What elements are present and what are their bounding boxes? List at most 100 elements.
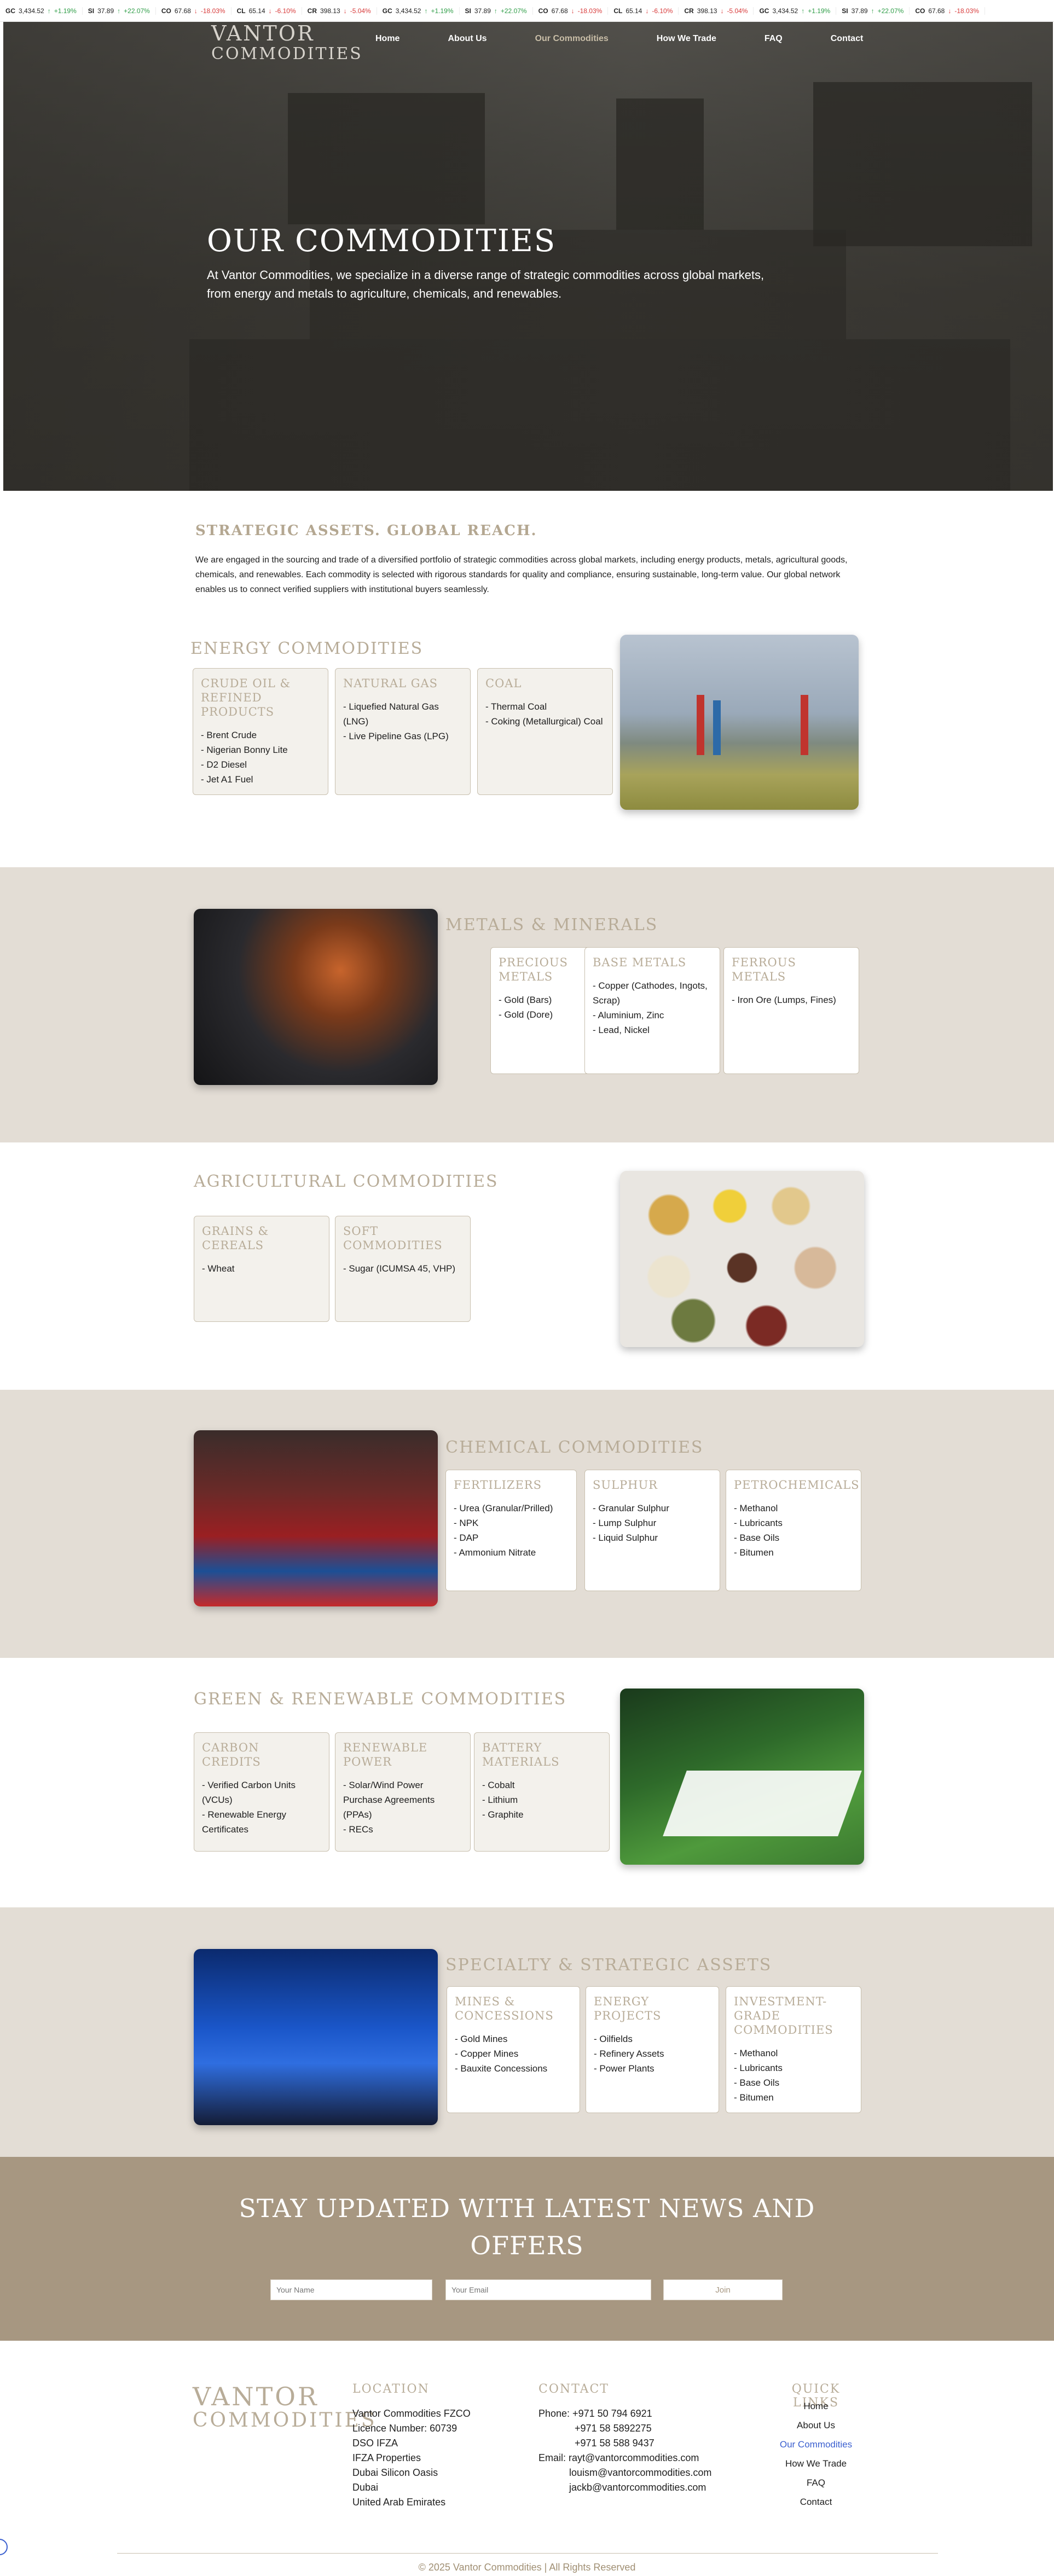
list-item: Power Plants [594, 2061, 711, 2076]
email-1[interactable]: Email: rayt@vantorcommodities.com [538, 2451, 711, 2465]
card-mines-concessions: MINES & CONCESSIONS Gold Mines Copper Mi… [447, 1986, 580, 2113]
quick-link-commodities[interactable]: Our Commodities [775, 2435, 857, 2454]
quick-link-home[interactable]: Home [775, 2397, 857, 2416]
nav-how-we-trade[interactable]: How We Trade [657, 34, 716, 44]
ticker-price: 67.68 [174, 7, 191, 15]
list-item: Solar/Wind Power Purchase Agreements (PP… [343, 1778, 462, 1822]
list-item: NPK [454, 1516, 569, 1530]
chat-widget-icon[interactable] [0, 2539, 8, 2555]
card-list: Thermal Coal Coking (Metallurgical) Coal [485, 699, 605, 729]
card-soft-commodities: SOFT COMMODITIES Sugar (ICUMSA 45, VHP) [335, 1216, 471, 1322]
quick-link-how-we-trade[interactable]: How We Trade [775, 2454, 857, 2473]
page-title: OUR COMMODITIES [207, 223, 557, 259]
price-ticker: GC 3,434.52 ↑ +1.19% SI 37.89 ↑ +22.07% CO 67.68 ↓… [0, 0, 1054, 22]
ticker-price: 37.89 [474, 7, 491, 15]
nav-contact[interactable]: Contact [831, 34, 864, 44]
ticker-item: CR 398.13 ↓ -5.04% [302, 7, 377, 15]
ticker-price: 3,434.52 [772, 7, 798, 15]
footer-logo[interactable]: VANTOR COMMODITIES [193, 2384, 377, 2433]
list-item: Lubricants [734, 2061, 853, 2075]
phone-2[interactable]: +971 58 5892275 [538, 2421, 711, 2436]
email-3[interactable]: jackb@vantorcommodities.com [538, 2480, 711, 2495]
metals-section: METALS & MINERALS PRECIOUS METALS Gold (… [0, 867, 1054, 1142]
ticker-price: 37.89 [97, 7, 114, 15]
arrow-down-icon: ↓ [948, 7, 952, 15]
arrow-up-icon: ↑ [117, 7, 121, 15]
metals-title: METALS & MINERALS [445, 915, 658, 935]
ticker-change: -5.04% [350, 7, 371, 15]
arrow-down-icon: ↓ [571, 7, 575, 15]
nav-home[interactable]: Home [375, 34, 399, 44]
card-list: Urea (Granular/Prilled) NPK DAP Ammonium… [454, 1501, 569, 1560]
grains-image [620, 1171, 864, 1347]
site-logo[interactable]: VANTOR COMMODITIES [211, 23, 363, 65]
list-item: Graphite [482, 1807, 601, 1822]
business-people-image [194, 1949, 438, 2125]
card-list: Solar/Wind Power Purchase Agreements (PP… [343, 1778, 462, 1837]
card-grains: GRAINS & CEREALS Wheat [194, 1216, 329, 1322]
list-item: Verified Carbon Units (VCUs) [202, 1778, 321, 1807]
list-item: Lump Sulphur [593, 1516, 712, 1530]
port-cranes-image [620, 635, 859, 810]
list-item: Aluminium, Zinc [593, 1008, 712, 1023]
nav-about[interactable]: About Us [448, 34, 487, 44]
chemicals-section: CHEMICAL COMMODITIES FERTILIZERS Urea (G… [0, 1390, 1054, 1658]
ticker-change: +22.07% [124, 7, 150, 15]
footer-divider [117, 2553, 938, 2554]
ticker-symbol: SI [465, 7, 471, 15]
list-item: Wheat [202, 1261, 321, 1276]
hero-banner: VANTOR COMMODITIES Home About Us Our Com… [3, 0, 1053, 491]
join-button[interactable]: Join [663, 2279, 783, 2300]
quick-links: Home About Us Our Commodities How We Tra… [775, 2397, 857, 2511]
quick-link-contact[interactable]: Contact [775, 2492, 857, 2511]
email-2[interactable]: louism@vantorcommodities.com [538, 2465, 711, 2480]
arrow-down-icon: ↓ [268, 7, 272, 15]
agri-title: AGRICULTURAL COMMODITIES [194, 1172, 499, 1191]
hero-subtitle: At Vantor Commodities, we specialize in … [207, 268, 765, 300]
email-input[interactable] [445, 2279, 651, 2300]
name-input[interactable] [270, 2279, 432, 2300]
card-base-metals: BASE METALS Copper (Cathodes, Ingots, Sc… [584, 947, 720, 1074]
phone-3[interactable]: +971 58 588 9437 [538, 2436, 711, 2451]
intro-text: We are engaged in the sourcing and trade… [195, 555, 848, 594]
list-item: Urea (Granular/Prilled) [454, 1501, 569, 1516]
arrow-up-icon: ↑ [801, 7, 805, 15]
ticker-change: -6.10% [652, 7, 673, 15]
ticker-change: -18.03% [577, 7, 603, 15]
list-item: Oilfields [594, 2032, 711, 2046]
newsletter-section: STAY UPDATED WITH LATEST NEWS AND OFFERS… [0, 2157, 1054, 2341]
card-battery-materials: BATTERY MATERIALS Cobalt Lithium Graphit… [474, 1732, 610, 1852]
ticker-item: CR 398.13 ↓ -5.04% [679, 7, 754, 15]
list-item: Methanol [734, 1501, 853, 1516]
ticker-change: +1.19% [54, 7, 77, 15]
ticker-item: GC 3,434.52 ↑ +1.19% [377, 7, 460, 15]
chemical-drums-image [194, 1430, 438, 1606]
list-item: Copper (Cathodes, Ingots, Scrap) [593, 978, 712, 1008]
ticker-item: SI 37.89 ↑ +22.07% [836, 7, 910, 15]
ticker-change: +1.19% [431, 7, 454, 15]
card-carbon-credits: CARBON CREDITS Verified Carbon Units (VC… [194, 1732, 329, 1852]
nav-faq[interactable]: FAQ [765, 34, 783, 44]
card-investment-grade: INVESTMENT-GRADE COMMODITIES Methanol Lu… [726, 1986, 861, 2113]
phone-1[interactable]: Phone: +971 50 794 6921 [538, 2406, 711, 2421]
ticker-item: GC 3,434.52 ↑ +1.19% [0, 7, 83, 15]
ticker-item: CO 67.68 ↓ -18.03% [533, 7, 609, 15]
ticker-item: CL 65.14 ↓ -6.10% [231, 7, 302, 15]
ticker-price: 67.68 [551, 7, 568, 15]
quick-link-faq[interactable]: FAQ [775, 2473, 857, 2492]
card-list: Cobalt Lithium Graphite [482, 1778, 601, 1822]
list-item: Live Pipeline Gas (LPG) [343, 729, 462, 744]
list-item: Coking (Metallurgical) Coal [485, 714, 605, 729]
metals-image [194, 909, 438, 1085]
card-sulphur: SULPHUR Granular Sulphur Lump Sulphur Li… [584, 1470, 720, 1591]
ticker-price: 398.13 [697, 7, 717, 15]
ticker-symbol: GC [382, 7, 392, 15]
ticker-change: -18.03% [200, 7, 225, 15]
card-list: Verified Carbon Units (VCUs) Renewable E… [202, 1778, 321, 1837]
nav-commodities[interactable]: Our Commodities [535, 34, 609, 44]
ticker-item: CO 67.68 ↓ -18.03% [910, 7, 986, 15]
ticker-change: +1.19% [808, 7, 831, 15]
card-natural-gas: NATURAL GAS Liquefied Natural Gas (LNG) … [335, 668, 471, 795]
quick-link-about[interactable]: About Us [775, 2416, 857, 2435]
arrow-up-icon: ↑ [424, 7, 428, 15]
